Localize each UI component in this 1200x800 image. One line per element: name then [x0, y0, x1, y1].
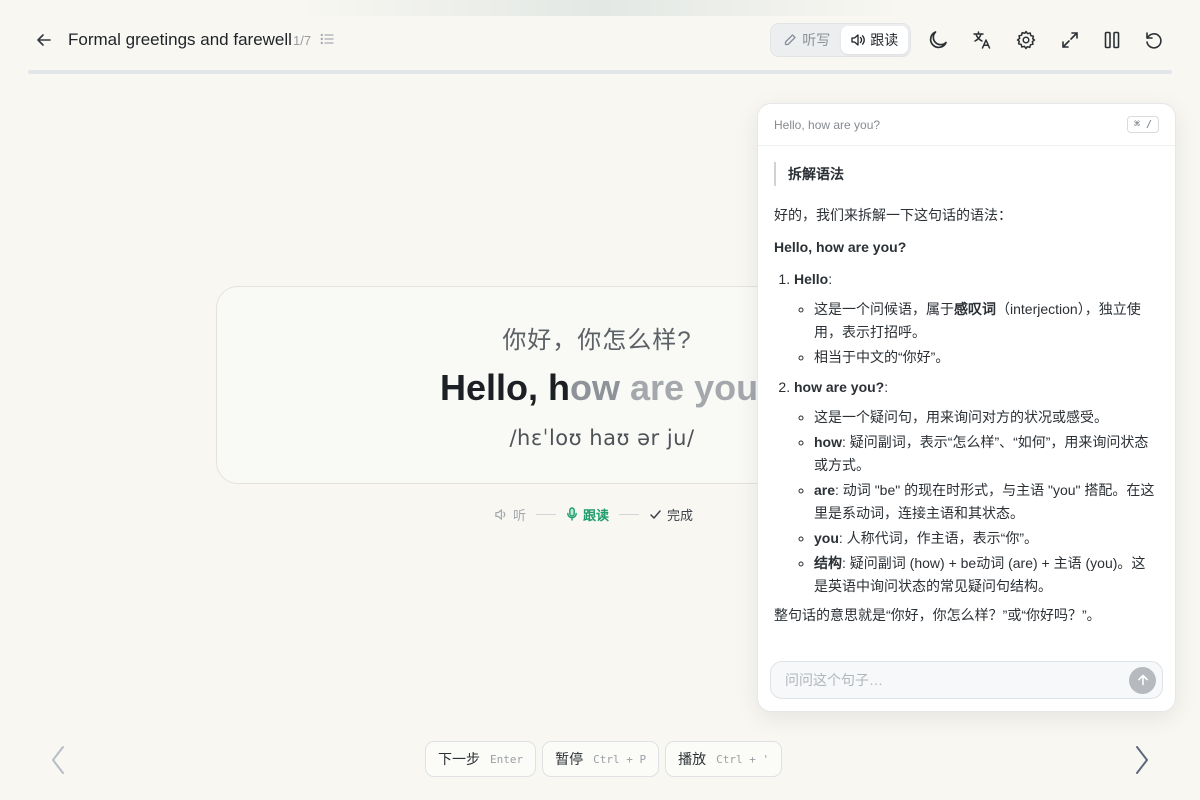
reset-button[interactable] [1142, 28, 1166, 52]
explanation-intro: 好的，我们来拆解一下这句话的语法： [774, 207, 1012, 223]
point-bold: you [814, 530, 839, 547]
step-done-label: 完成 [667, 507, 694, 523]
send-button[interactable] [1129, 666, 1156, 694]
point-bold: how [814, 433, 842, 450]
list-item: how are you?: 这是一个疑问句，用来询问对方的状况或感受。 how:… [794, 376, 1159, 599]
point-bold: are [814, 481, 836, 498]
pause-label: 暂停 [555, 751, 584, 767]
pencil-icon [785, 34, 796, 46]
list-item: are: 动词 "be" 的现在时形式，与主语 "you" 搭配。在这里是系动词… [814, 479, 1159, 525]
reset-icon [1146, 32, 1162, 49]
check-icon [650, 509, 661, 519]
speaker-icon [851, 34, 866, 46]
sentence-completed-part: Hello, h [440, 367, 571, 408]
microphone-icon [567, 507, 577, 521]
speaker-icon [495, 508, 506, 520]
chevron-left-icon [52, 746, 64, 774]
step-done[interactable]: 完成 [649, 505, 693, 524]
bottom-actions: 下一步 Enter 暂停 Ctrl + P 播放 Ctrl + ' [425, 741, 783, 777]
pause-button[interactable]: 暂停 Ctrl + P [542, 741, 660, 777]
mode-shadowing-label: 跟读 [870, 32, 899, 48]
term-label: how are you? [794, 378, 885, 395]
point-text: 这是一个疑问句，用来询问对方的状况或感受。 [814, 408, 1108, 425]
list-item: 这是一个问候语，属于感叹词（interjection），独立使用，表示打招呼。 [814, 298, 1159, 344]
chevron-right-icon [1136, 746, 1148, 774]
moon-icon [929, 31, 947, 49]
panel-body: 拆解语法 好的，我们来拆解一下这句话的语法： Hello, how are yo… [758, 146, 1175, 648]
next-button[interactable] [1128, 740, 1156, 780]
panel-shortcut: ⌘ / [1126, 116, 1159, 133]
point-bold: 结构 [814, 555, 842, 572]
list-item: you: 人称代词，作主语，表示“你”。 [814, 527, 1159, 550]
point-text: : 动词 "be" 的现在时形式，与主语 "you" 搭配。在这里是系动词，连接… [814, 481, 1155, 522]
point-bold: 感叹词 [954, 301, 996, 318]
list-item: how: 疑问副词，表示“怎么样”、“如何”，用来询问状态或方式。 [814, 431, 1159, 477]
point-text: 这是一个问候语，属于 [814, 301, 954, 318]
arrow-left-icon [37, 34, 51, 46]
layout-toggle-button[interactable] [1100, 28, 1124, 52]
lesson-progress: 1/7 [293, 33, 312, 48]
sentence-current-part: ow [570, 367, 621, 408]
next-step-button[interactable]: 下一步 Enter [425, 741, 537, 777]
list-item: Hello: 这是一个问候语，属于感叹词（interjection），独立使用，… [794, 268, 1159, 369]
mode-shadowing-button[interactable]: 跟读 [840, 26, 908, 54]
list-item: 这是一个疑问句，用来询问对方的状况或感受。 [814, 406, 1159, 429]
mode-toggle: 听写 跟读 [770, 23, 911, 57]
play-button[interactable]: 播放 Ctrl + ' [665, 741, 783, 777]
list-item: 相当于中文的“你好”。 [814, 346, 1159, 369]
play-shortcut: Ctrl + ' [716, 752, 770, 766]
explanation-list: Hello: 这是一个问候语，属于感叹词（interjection），独立使用，… [774, 268, 1159, 598]
panel-header: Hello, how are you? ⌘ / [758, 104, 1175, 146]
dark-mode-button[interactable] [926, 28, 950, 52]
pause-shortcut: Ctrl + P [593, 752, 647, 766]
step-divider [619, 513, 640, 515]
fullscreen-button[interactable] [1058, 28, 1082, 52]
term-label: Hello [794, 271, 829, 288]
step-listen[interactable]: 听 [494, 505, 526, 524]
ask-input[interactable] [785, 672, 1129, 688]
point-text: : 疑问副词 (how) + be动词 (are) + 主语 (you)。这是英… [814, 555, 1146, 595]
expand-icon [1062, 32, 1078, 48]
next-step-shortcut: Enter [490, 752, 524, 766]
columns-icon [1104, 31, 1120, 49]
ask-input-wrapper [770, 661, 1163, 699]
list-item: 结构: 疑问副词 (how) + be动词 (are) + 主语 (you)。这… [814, 552, 1159, 598]
step-shadow-label: 跟读 [583, 507, 610, 523]
arrow-up-icon [1137, 674, 1148, 686]
gear-icon [1016, 30, 1036, 50]
previous-button[interactable] [44, 740, 72, 780]
next-step-label: 下一步 [438, 751, 480, 767]
translate-button[interactable] [970, 28, 994, 52]
play-label: 播放 [678, 751, 707, 767]
step-shadow[interactable]: 跟读 [566, 505, 609, 524]
lesson-title: Formal greetings and farewell [68, 30, 292, 49]
point-text: : 疑问副词，表示“怎么样”、“如何”，用来询问状态或方式。 [814, 433, 1149, 473]
sentence-text: Hello, how are you? [440, 367, 780, 409]
step-listen-label: 听 [513, 507, 527, 523]
section-label: 拆解语法 [774, 162, 1159, 186]
grammar-panel: Hello, how are you? ⌘ / 拆解语法 好的，我们来拆解一下这… [757, 103, 1176, 712]
mode-dictation-button[interactable]: 听写 [773, 26, 841, 54]
panel-sentence: Hello, how are you? [774, 117, 881, 132]
explanation-heading: Hello, how are you? [774, 239, 907, 256]
practice-steps: 听 跟读 完成 [494, 504, 693, 524]
point-text: : 人称代词，作主语，表示“你”。 [838, 530, 1038, 547]
step-divider [536, 513, 557, 515]
list-icon[interactable] [320, 32, 334, 46]
point-text: 相当于中文的“你好”。 [814, 349, 950, 366]
translate-icon [973, 31, 991, 49]
progress-track [28, 70, 1172, 74]
mode-dictation-label: 听写 [802, 32, 831, 48]
header: Formal greetings and farewell 1/7 听写 跟读 [0, 0, 1200, 74]
back-button[interactable] [30, 26, 58, 54]
explanation-summary: 整句话的意思就是“你好，你怎么样？”或“你好吗？”。 [774, 607, 1101, 624]
settings-button[interactable] [1014, 28, 1038, 52]
